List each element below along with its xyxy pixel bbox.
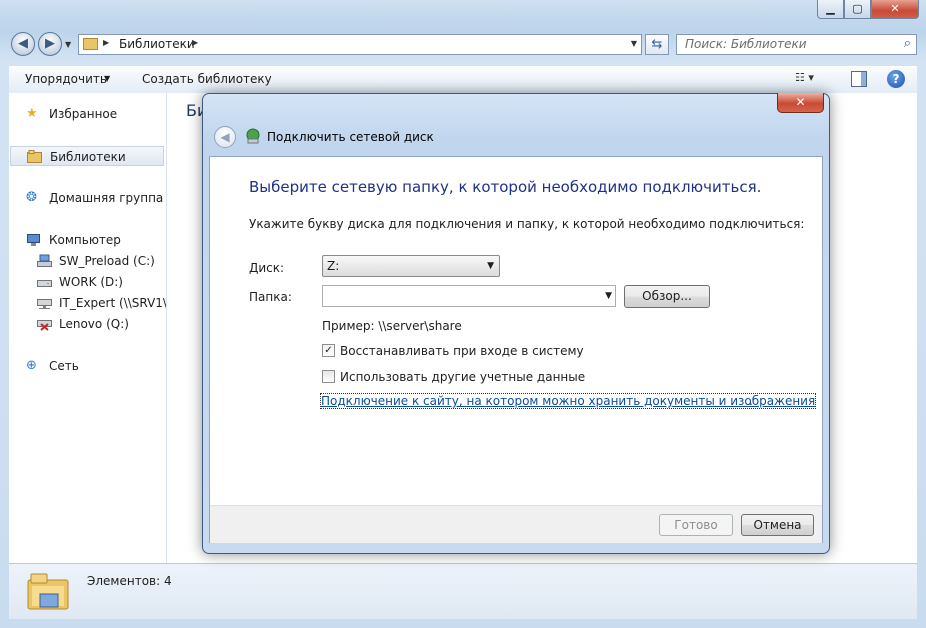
status-bar: Элементов: 4 <box>9 563 917 619</box>
other-credentials-label[interactable]: Использовать другие учетные данные <box>340 370 585 384</box>
search-placeholder: Поиск: Библиотеки <box>685 37 807 51</box>
drive-system-icon <box>37 254 52 268</box>
organize-button[interactable]: Упорядочить <box>25 72 107 86</box>
chevron-down-icon: ▼ <box>487 261 494 271</box>
link-suffix: . <box>749 394 753 408</box>
sidebar-item-lenovo[interactable]: Lenovo (Q:) <box>9 314 166 334</box>
sidebar-item-computer[interactable]: Компьютер <box>9 230 166 250</box>
command-bar: Упорядочить ▼ Создать библиотеку ☷ ▾ ? <box>9 66 917 94</box>
breadcrumb-separator[interactable]: ▶ <box>192 38 198 47</box>
sidebar-item-homegroup[interactable]: ❂ Домашняя группа <box>9 188 166 208</box>
sidebar-item-drive-d[interactable]: WORK (D:) <box>9 272 166 292</box>
view-options-icon[interactable]: ☷ ▾ <box>795 71 825 89</box>
dialog-close-button[interactable]: ✕ <box>777 93 824 113</box>
breadcrumb-separator[interactable]: ▶ <box>103 38 109 47</box>
search-icon[interactable]: ⌕ <box>904 36 911 51</box>
search-input[interactable]: Поиск: Библиотеки ⌕ <box>676 34 917 55</box>
sidebar-item-label: Lenovo (Q:) <box>59 317 129 331</box>
disk-select[interactable]: Z: ▼ <box>322 255 500 277</box>
sidebar-item-label: WORK (D:) <box>59 275 123 289</box>
network-drive-icon <box>37 296 52 310</box>
sidebar-item-network[interactable]: ⊕ Сеть <box>9 356 166 376</box>
disk-label: Диск: <box>249 261 285 275</box>
address-dropdown-icon[interactable]: ▼ <box>631 39 637 48</box>
help-icon[interactable]: ? <box>887 70 905 88</box>
disk-select-value: Z: <box>327 259 340 273</box>
map-network-drive-dialog: ✕ ◀ Подключить сетевой диск Выберите сет… <box>202 93 830 554</box>
chevron-down-icon[interactable]: ▼ <box>104 74 110 83</box>
create-library-button[interactable]: Создать библиотеку <box>142 72 272 86</box>
sidebar-item-favorites[interactable]: ★ Избранное <box>9 104 166 124</box>
sidebar-item-it-expert[interactable]: IT_Expert (\\SRV1\it\ <box>9 293 166 313</box>
sidebar-item-label: Сеть <box>49 359 79 373</box>
reconnect-label[interactable]: Восстанавливать при входе в систему <box>340 344 584 358</box>
sidebar-item-libraries[interactable]: Библиотеки <box>10 146 164 166</box>
sidebar-item-drive-c[interactable]: SW_Preload (C:) <box>9 251 166 271</box>
star-icon: ★ <box>26 106 38 121</box>
chevron-down-icon[interactable]: ▼ <box>605 291 612 301</box>
folder-input[interactable]: ▼ <box>322 285 616 307</box>
network-drive-icon <box>245 128 261 144</box>
cancel-button[interactable]: Отмена <box>741 514 814 536</box>
other-credentials-checkbox[interactable] <box>322 370 335 383</box>
sidebar-item-label: Компьютер <box>49 233 121 247</box>
recent-pages-dropdown[interactable]: ▼ <box>65 40 71 49</box>
network-icon: ⊕ <box>26 358 37 373</box>
dialog-instruction: Укажите букву диска для подключения и па… <box>249 217 805 231</box>
back-button[interactable]: ◀ <box>11 32 35 56</box>
minimize-button[interactable]: ▁ <box>817 0 844 19</box>
libraries-icon <box>83 38 98 50</box>
libraries-icon <box>27 150 42 164</box>
navigation-pane: ★ Избранное Библиотеки ❂ Домашняя группа… <box>9 93 167 563</box>
libraries-icon <box>26 570 70 611</box>
sidebar-item-label: SW_Preload (C:) <box>59 254 155 268</box>
connect-website-link[interactable]: Подключение к сайту, на котором можно хр… <box>319 393 817 409</box>
folder-label: Папка: <box>249 290 292 304</box>
sidebar-item-label: Избранное <box>49 107 118 121</box>
dialog-body: Выберите сетевую папку, к которой необхо… <box>209 156 823 543</box>
reconnect-checkbox[interactable]: ✓ <box>322 344 335 357</box>
drive-icon <box>37 275 52 289</box>
refresh-button[interactable]: ⇆ <box>645 34 669 55</box>
path-example: Пример: \\server\share <box>322 319 462 333</box>
preview-pane-icon[interactable] <box>851 71 867 87</box>
breadcrumb-libraries[interactable]: Библиотеки <box>119 37 195 51</box>
sidebar-item-label: IT_Expert (\\SRV1\it\ <box>59 296 166 310</box>
browse-button[interactable]: Обзор... <box>624 285 710 308</box>
items-count: Элементов: 4 <box>87 574 172 588</box>
dialog-title: Подключить сетевой диск <box>267 130 434 144</box>
maximize-button[interactable]: ▢ <box>844 0 871 19</box>
dialog-footer: Готово Отмена <box>210 505 822 543</box>
sidebar-item-label: Библиотеки <box>50 150 126 164</box>
dialog-heading: Выберите сетевую папку, к которой необхо… <box>249 178 762 196</box>
finish-button[interactable]: Готово <box>659 514 733 536</box>
computer-icon <box>26 233 41 247</box>
dialog-back-button[interactable]: ◀ <box>214 126 236 148</box>
sidebar-item-label: Домашняя группа <box>49 191 164 205</box>
forward-button[interactable]: ▶ <box>38 32 62 56</box>
address-bar[interactable]: ▶ Библиотеки ▶ ▼ <box>78 34 642 55</box>
disconnected-network-drive-icon <box>37 317 52 331</box>
homegroup-icon: ❂ <box>26 190 37 205</box>
close-window-button[interactable]: ✕ <box>871 0 919 19</box>
